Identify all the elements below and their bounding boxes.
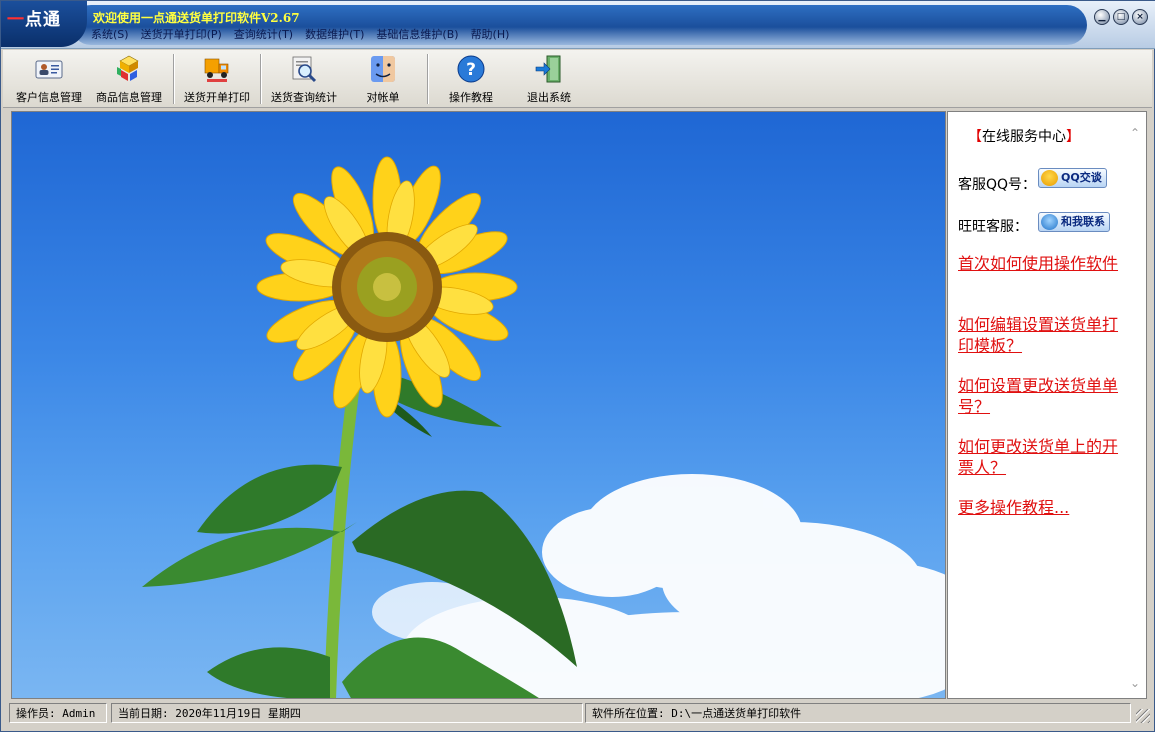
maximize-button[interactable]: □ bbox=[1113, 9, 1129, 25]
delivery-truck-icon bbox=[204, 58, 229, 82]
app-logo: 一点通 bbox=[1, 1, 87, 47]
logo-dash: 一 bbox=[7, 10, 25, 30]
panel-title-text: 在线服务中心 bbox=[982, 129, 1066, 145]
wangwang-icon bbox=[1041, 214, 1058, 230]
menu-help[interactable]: 帮助(H) bbox=[465, 26, 516, 44]
wangwang-label: 旺旺客服： bbox=[958, 219, 1028, 235]
status-location: 软件所在位置: D:\一点通送货单打印软件 bbox=[585, 703, 1131, 723]
exit-button[interactable]: 退出系统 bbox=[517, 53, 581, 105]
qq-penguin-icon bbox=[1041, 170, 1058, 186]
delivery-print-label: 送货开单打印 bbox=[184, 91, 250, 104]
qq-chat-label: QQ交谈 bbox=[1061, 171, 1102, 184]
resize-grip[interactable] bbox=[1136, 709, 1150, 723]
title-bracket-open: 【 bbox=[968, 129, 982, 145]
product-boxes-icon bbox=[117, 55, 139, 81]
wallpaper-area bbox=[11, 111, 946, 699]
product-info-label: 商品信息管理 bbox=[96, 91, 162, 104]
menu-delivery-print[interactable]: 送货开单打印(P) bbox=[135, 26, 228, 44]
tutorial-label: 操作教程 bbox=[449, 91, 493, 104]
status-operator: 操作员: Admin bbox=[9, 703, 107, 723]
menu-query-stats[interactable]: 查询统计(T) bbox=[228, 26, 299, 44]
qq-chat-button[interactable]: QQ交谈 bbox=[1038, 168, 1107, 188]
toolbar-separator bbox=[427, 54, 429, 104]
status-bar: 操作员: Admin 当前日期: 2020年11月19日 星期四 软件所在位置:… bbox=[3, 702, 1152, 724]
panel-title: 【在线服务中心】 bbox=[968, 126, 1080, 146]
search-report-icon bbox=[292, 56, 317, 83]
finder-face-icon bbox=[371, 56, 395, 82]
customer-card-icon bbox=[35, 60, 63, 79]
delivery-query-label: 送货查询统计 bbox=[271, 91, 337, 104]
menu-data-maintenance[interactable]: 数据维护(T) bbox=[299, 26, 370, 44]
title-bar: 一点通 欢迎使用一点通送货单打印软件V2.67 系统(S) 送货开单打印(P) … bbox=[1, 1, 1155, 49]
svg-text:?: ? bbox=[466, 60, 476, 80]
app-title: 欢迎使用一点通送货单打印软件V2.67 bbox=[93, 11, 300, 25]
menu-bar: 系统(S) 送货开单打印(P) 查询统计(T) 数据维护(T) 基础信息维护(B… bbox=[85, 26, 515, 44]
toolbar-separator bbox=[173, 54, 175, 104]
title-bracket-close: 】 bbox=[1066, 129, 1080, 145]
sunflower-head bbox=[256, 156, 518, 418]
help-link-edit-template[interactable]: 如何编辑设置送货单打印模板？ bbox=[958, 314, 1118, 356]
help-link-change-number[interactable]: 如何设置更改送货单单号？ bbox=[958, 375, 1118, 417]
menu-basic-info[interactable]: 基础信息维护(B) bbox=[370, 26, 464, 44]
close-button[interactable]: × bbox=[1132, 9, 1148, 25]
minimize-button[interactable]: ▁ bbox=[1094, 9, 1110, 25]
product-info-button[interactable]: 商品信息管理 bbox=[91, 53, 167, 105]
statement-label: 对帐单 bbox=[366, 91, 400, 104]
statement-button[interactable]: 对帐单 bbox=[355, 53, 411, 105]
delivery-print-button[interactable]: 送货开单打印 bbox=[178, 53, 256, 105]
help-link-first-use[interactable]: 首次如何使用操作软件 bbox=[958, 253, 1118, 274]
sunflower-wallpaper bbox=[142, 156, 945, 698]
wangwang-contact-label: 和我联系 bbox=[1061, 215, 1105, 228]
help-link-more-tutorials[interactable]: 更多操作教程... bbox=[958, 497, 1118, 518]
scroll-down-arrow[interactable]: ⌄ bbox=[1130, 676, 1140, 690]
toolbar-separator bbox=[260, 54, 262, 104]
main-window: 一点通 欢迎使用一点通送货单打印软件V2.67 系统(S) 送货开单打印(P) … bbox=[0, 0, 1155, 732]
menu-system[interactable]: 系统(S) bbox=[85, 26, 135, 44]
customer-info-label: 客户信息管理 bbox=[16, 91, 82, 104]
exit-door-icon bbox=[535, 55, 561, 83]
scroll-up-arrow[interactable]: ⌃ bbox=[1130, 126, 1140, 140]
delivery-query-button[interactable]: 送货查询统计 bbox=[265, 53, 343, 105]
online-service-panel: 【在线服务中心】 ⌃ 客服QQ号： QQ交谈 旺旺客服： 和我联系 首次如何使用… bbox=[947, 111, 1147, 699]
logo-text: 点通 bbox=[25, 10, 61, 30]
customer-info-button[interactable]: 客户信息管理 bbox=[11, 53, 87, 105]
status-date: 当前日期: 2020年11月19日 星期四 bbox=[111, 703, 583, 723]
window-controls: ▁ □ × bbox=[1094, 9, 1148, 25]
wangwang-contact-button[interactable]: 和我联系 bbox=[1038, 212, 1110, 232]
toolbar: 客户信息管理 商品信息管理 送货开单打印 送货查询统计 对帐单 ? 操作教程 退… bbox=[3, 50, 1152, 108]
qq-label: 客服QQ号： bbox=[958, 177, 1037, 193]
help-icon: ? bbox=[457, 55, 485, 83]
exit-label: 退出系统 bbox=[527, 91, 571, 104]
help-link-change-issuer[interactable]: 如何更改送货单上的开票人？ bbox=[958, 436, 1118, 478]
tutorial-button[interactable]: ? 操作教程 bbox=[439, 53, 503, 105]
